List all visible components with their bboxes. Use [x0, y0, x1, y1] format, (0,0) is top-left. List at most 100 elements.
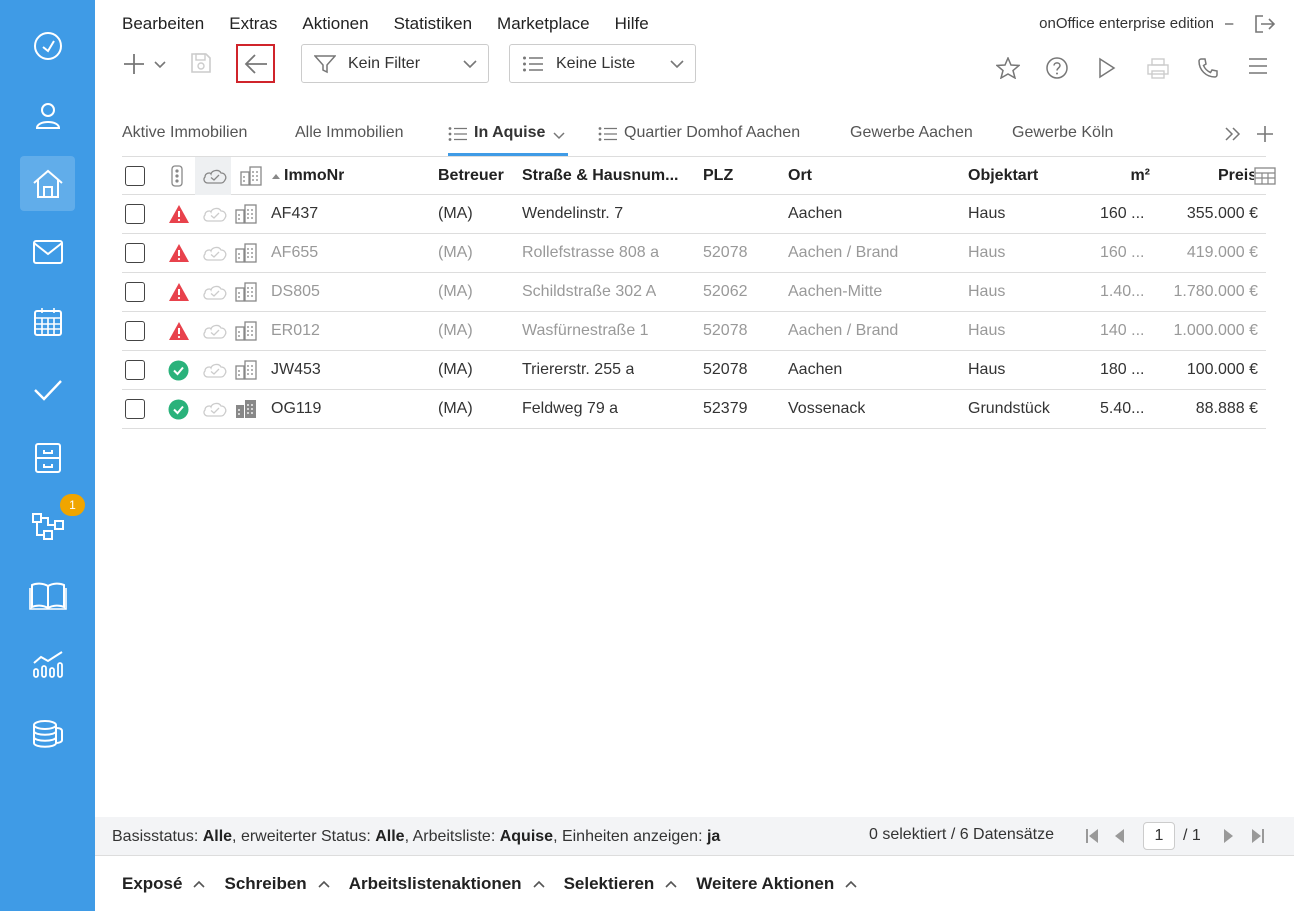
sidebar-item-calendar[interactable] [20, 294, 75, 349]
units-column-header[interactable] [240, 157, 262, 195]
table-row[interactable]: OG119 (MA) Feldweg 79 a 52379 Vossenack … [122, 390, 1266, 429]
table-row[interactable]: DS805 (MA) Schildstraße 302 A 52062 Aach… [122, 273, 1266, 312]
tab-alle-immobilien[interactable]: Alle Immobilien [295, 120, 403, 156]
help-button[interactable] [1046, 57, 1068, 79]
cloud-status [202, 351, 228, 389]
table-row[interactable]: JW453 (MA) Triererstr. 255 a 52078 Aache… [122, 351, 1266, 390]
table-row[interactable]: ER012 (MA) Wasfürnestraße 1 52078 Aachen… [122, 312, 1266, 351]
checkbox[interactable] [125, 321, 145, 341]
logout-button[interactable] [1254, 14, 1276, 34]
immonr-column-header[interactable]: ImmoNr [271, 157, 344, 195]
save-button[interactable] [189, 51, 213, 75]
row-checkbox[interactable] [125, 195, 145, 233]
home-icon [32, 169, 63, 198]
next-page-button[interactable] [1223, 828, 1235, 844]
hamburger-menu-button[interactable] [1248, 57, 1268, 75]
plz-column-header[interactable]: PLZ [703, 157, 733, 195]
table-row[interactable]: AF655 (MA) Rollefstrasse 808 a 52078 Aac… [122, 234, 1266, 273]
menu-bearbeiten[interactable]: Bearbeiten [122, 13, 204, 35]
checkbox[interactable] [125, 360, 145, 380]
menu-aktionen[interactable]: Aktionen [302, 13, 368, 35]
tab-aktive-immobilien[interactable]: Aktive Immobilien [122, 120, 247, 156]
tab-gewerbe-aachen[interactable]: Gewerbe Aachen [850, 120, 973, 156]
betreuer-column-header[interactable]: Betreuer [438, 157, 504, 195]
more-tabs-button[interactable] [1224, 126, 1242, 142]
sidebar-item-mail[interactable] [20, 224, 75, 279]
status-column-header[interactable] [170, 157, 184, 195]
tab-in-aquise[interactable]: In Aquise [448, 120, 568, 156]
stats-icon [32, 650, 63, 678]
sidebar-item-knowledge[interactable] [20, 567, 75, 622]
sidebar-item-contacts[interactable] [20, 87, 75, 142]
checkbox[interactable] [125, 282, 145, 302]
row-checkbox[interactable] [125, 234, 145, 272]
preis-cell: 355.000 € [1186, 205, 1258, 222]
row-checkbox[interactable] [125, 351, 145, 389]
menu-hilfe[interactable]: Hilfe [615, 13, 649, 35]
sidebar-item-statistics[interactable] [20, 636, 75, 691]
first-page-button[interactable] [1085, 828, 1099, 844]
header-label: Preis [1218, 167, 1254, 184]
print-button[interactable] [1147, 57, 1169, 79]
preis-column-header[interactable]: Preis [1218, 157, 1254, 195]
tab-quartier-domhof-aachen[interactable]: Quartier Domhof Aachen [598, 120, 800, 156]
checkbox[interactable] [125, 166, 145, 186]
units-indicator [235, 390, 257, 428]
cloud-status [202, 390, 228, 428]
new-button[interactable] [122, 52, 146, 76]
phone-button[interactable] [1197, 57, 1219, 79]
row-checkbox[interactable] [125, 273, 145, 311]
ort-column-header[interactable]: Ort [788, 157, 812, 195]
checkbox[interactable] [125, 243, 145, 263]
prev-page-button[interactable] [1113, 828, 1125, 844]
cloud-column-header[interactable] [202, 157, 228, 195]
page-input[interactable]: 1 [1143, 822, 1175, 850]
strasse-cell: Rollefstrasse 808 a [522, 244, 659, 261]
schreiben-action-button[interactable]: Schreiben [224, 874, 330, 894]
menu-extras[interactable]: Extras [229, 13, 277, 35]
ort-cell: Aachen [788, 205, 843, 222]
plz-cell: 52078 [703, 244, 748, 261]
select-all-checkbox[interactable] [125, 157, 145, 195]
strasse-column-header[interactable]: Straße & Hausnum... [522, 157, 678, 195]
sidebar-item-dashboard[interactable] [20, 18, 75, 73]
row-checkbox[interactable] [125, 390, 145, 428]
preis-cell: 1.000.000 € [1173, 322, 1258, 339]
selektieren-action-button[interactable]: Selektieren [564, 874, 679, 894]
menu-marketplace[interactable]: Marketplace [497, 13, 590, 35]
play-button[interactable] [1098, 57, 1116, 79]
row-checkbox[interactable] [125, 312, 145, 350]
add-tab-button[interactable] [1256, 125, 1274, 143]
minimize-button[interactable]: – [1225, 13, 1233, 35]
plz-cell: 52078 [703, 322, 748, 339]
menu-statistiken[interactable]: Statistiken [394, 13, 472, 35]
last-page-button[interactable] [1251, 828, 1265, 844]
m2-column-header[interactable]: m² [1082, 157, 1150, 195]
sidebar-item-files[interactable] [20, 430, 75, 485]
new-dropdown-toggle[interactable] [154, 60, 166, 70]
arbeitslistenaktionen-button[interactable]: Arbeitslistenaktionen [349, 874, 546, 894]
checkbox[interactable] [125, 204, 145, 224]
building-icon [235, 282, 257, 302]
sidebar: 1 [0, 0, 95, 911]
action-label: Selektieren [563, 874, 655, 893]
sidebar-item-tasks[interactable] [20, 362, 75, 417]
list-dropdown[interactable]: Keine Liste [509, 44, 696, 83]
sidebar-item-properties[interactable] [20, 156, 75, 211]
weitere-aktionen-button[interactable]: Weitere Aktionen [696, 874, 858, 894]
sidebar-item-finance[interactable] [20, 706, 75, 761]
table-row[interactable]: AF437 (MA) Wendelinstr. 7 Aachen Haus 16… [122, 195, 1266, 234]
action-label: Arbeitslistenaktionen [348, 874, 522, 893]
preis-cell: 419.000 € [1186, 244, 1258, 261]
back-button[interactable] [236, 44, 275, 83]
column-settings-button[interactable] [1254, 157, 1276, 195]
checkbox[interactable] [125, 399, 145, 419]
check-circle-icon [168, 399, 189, 419]
betreuer-cell: (MA) [438, 244, 473, 261]
filter-dropdown[interactable]: Kein Filter [301, 44, 489, 83]
double-chevron-right-icon [1225, 127, 1241, 141]
objektart-column-header[interactable]: Objektart [968, 157, 1038, 195]
favorite-button[interactable] [996, 57, 1020, 79]
expose-action-button[interactable]: Exposé [122, 874, 206, 894]
tab-gewerbe-koeln[interactable]: Gewerbe Köln [1012, 120, 1113, 156]
